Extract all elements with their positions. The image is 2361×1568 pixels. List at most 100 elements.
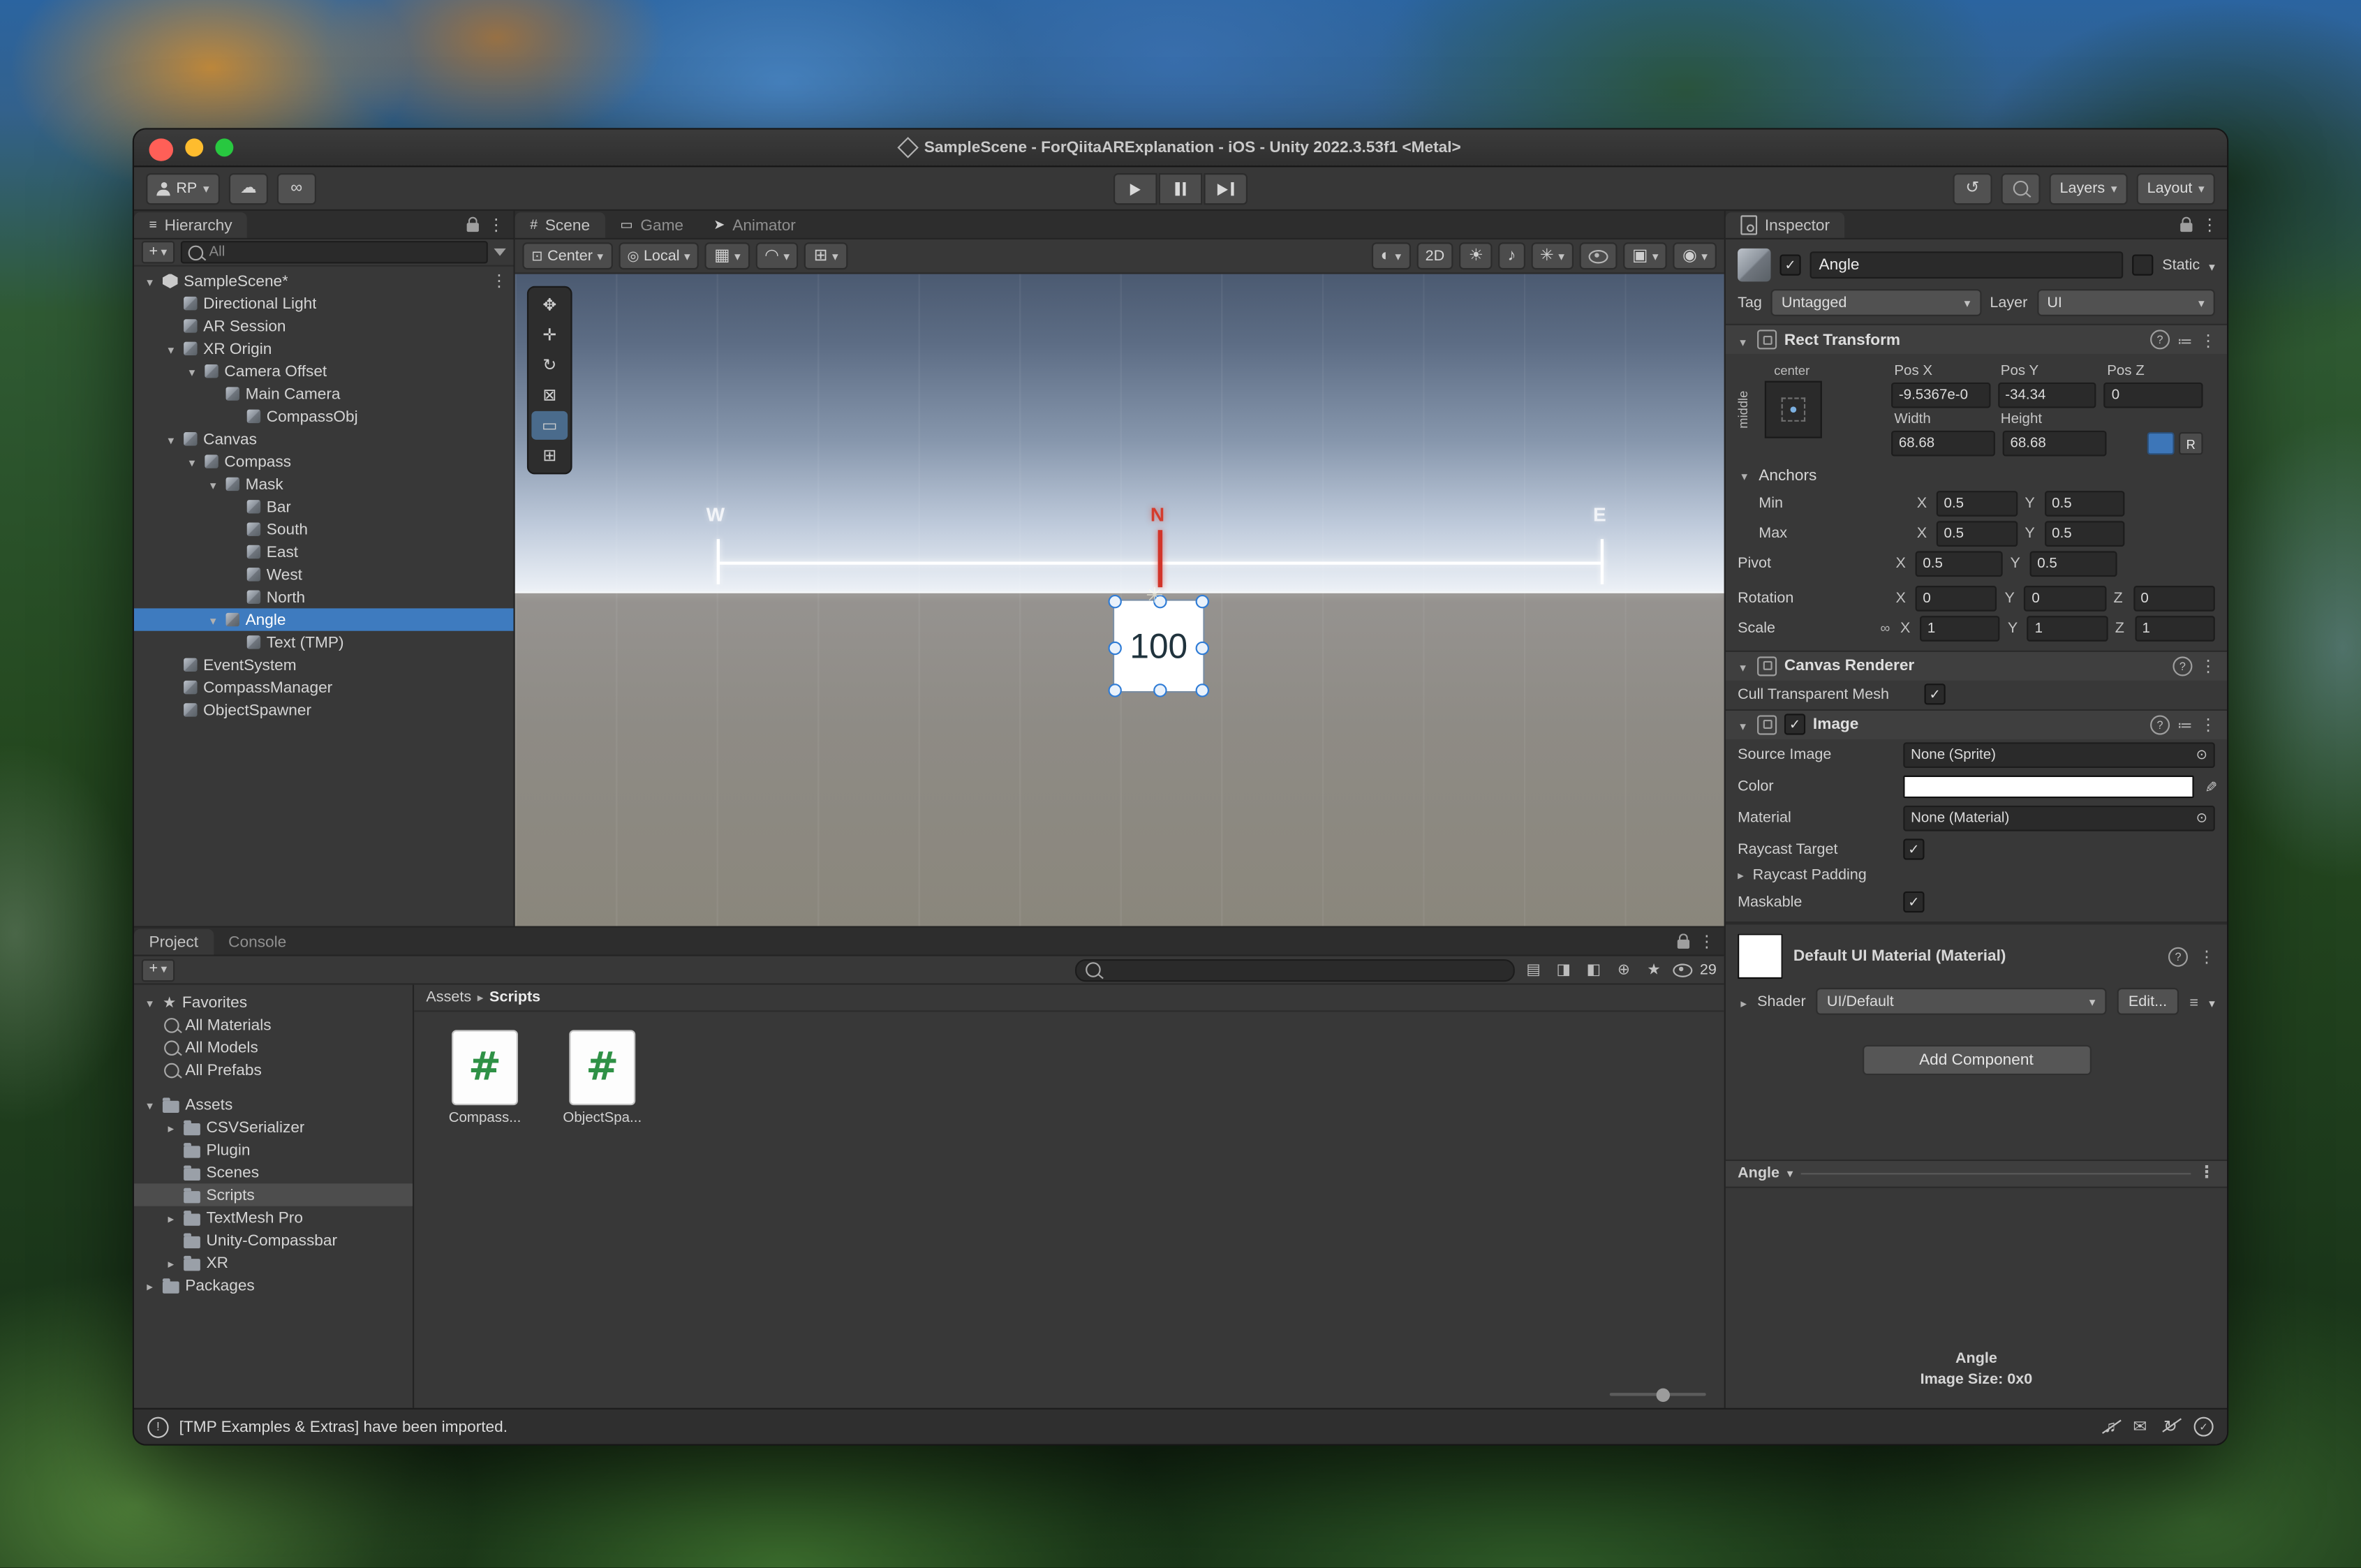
play-button[interactable] — [1113, 173, 1157, 205]
expander-icon[interactable] — [164, 1254, 177, 1272]
effects-dropdown[interactable]: ✳ — [1531, 242, 1574, 269]
active-checkbox[interactable] — [1779, 255, 1800, 276]
hierarchy-item-bar[interactable]: Bar — [134, 496, 514, 518]
object-picker-icon[interactable]: ⊙ — [2196, 747, 2207, 764]
thumbnail-zoom-knob[interactable] — [1657, 1389, 1670, 1402]
snap-settings-dropdown[interactable]: ◠ — [755, 242, 799, 269]
folder-xr[interactable]: XR — [134, 1251, 413, 1273]
status-ok-icon[interactable] — [2194, 1417, 2214, 1437]
chevron-down-icon[interactable] — [1787, 1165, 1793, 1182]
auto-refresh-off-icon[interactable]: ↻ — [2163, 1417, 2177, 1437]
kebab-menu-icon[interactable] — [2200, 711, 2216, 738]
hierarchy-item-mask[interactable]: Mask — [134, 473, 514, 495]
kebab-menu-icon[interactable] — [2198, 942, 2215, 970]
tool-handle-pivot-dropdown[interactable]: ⊡ Center — [522, 242, 612, 269]
selected-angle-image[interactable]: 100 — [1114, 601, 1203, 691]
folder-plugin[interactable]: Plugin — [134, 1139, 413, 1161]
account-dropdown[interactable]: RP — [146, 172, 220, 204]
component-enabled-checkbox[interactable] — [1784, 713, 1805, 734]
grid-visibility-dropdown[interactable]: ▦ — [705, 242, 749, 269]
hierarchy-item-eventsystem[interactable]: EventSystem — [134, 653, 514, 676]
tab-project[interactable]: Project — [134, 929, 214, 955]
project-search-input[interactable] — [1075, 959, 1515, 981]
scale-x-field[interactable]: 1 — [1920, 615, 2000, 641]
lock-icon[interactable] — [2180, 222, 2192, 231]
hierarchy-item-main-camera[interactable]: Main Camera — [134, 383, 514, 405]
raycast-target-checkbox[interactable] — [1903, 838, 1924, 859]
tag-dropdown[interactable]: Untagged — [1771, 289, 1981, 316]
pos-y-field[interactable]: -34.34 — [1997, 383, 2096, 408]
layers-dropdown[interactable]: Layers — [2049, 172, 2127, 204]
hidden-count-eye-icon[interactable] — [1673, 963, 1692, 976]
expander-icon[interactable] — [143, 993, 156, 1011]
folder-unity-compassbar[interactable]: Unity-Compassbar — [134, 1229, 413, 1251]
expander-icon[interactable] — [164, 339, 177, 357]
material-field[interactable]: None (Material)⊙ — [1903, 806, 2214, 831]
search-in-assets-icon[interactable]: ▤ — [1522, 961, 1544, 978]
hierarchy-item-canvas[interactable]: Canvas — [134, 428, 514, 450]
search-by-type-icon[interactable]: ◨ — [1552, 961, 1574, 978]
hierarchy-item-east[interactable]: East — [134, 540, 514, 563]
expander-icon[interactable] — [143, 1276, 156, 1294]
layer-dropdown[interactable]: UI — [2036, 289, 2215, 316]
name-field[interactable]: Angle — [1810, 251, 2124, 279]
alert-icon[interactable]: ⊕ — [1613, 961, 1635, 978]
rotate-tool-button[interactable]: ↻ — [531, 351, 568, 380]
hierarchy-item-compass[interactable]: Compass — [134, 450, 514, 473]
tab-hierarchy[interactable]: ≡ Hierarchy — [134, 212, 247, 238]
draw-mode-dropdown[interactable]: ◐ — [1372, 242, 1410, 269]
presets-icon[interactable] — [2177, 326, 2193, 353]
selection-handle[interactable] — [1196, 595, 1209, 608]
hierarchy-item-angle[interactable]: Angle — [134, 608, 514, 630]
raycast-padding-foldout-icon[interactable] — [1738, 867, 1744, 884]
scene-viewport[interactable]: ✥ ✛ ↻ ⊠ ▭ ⊞ W N — [515, 274, 1724, 926]
hierarchy-item-camera-offset[interactable]: Camera Offset — [134, 360, 514, 382]
kebab-menu-icon[interactable] — [488, 211, 505, 238]
cull-transparent-mesh-checkbox[interactable] — [1925, 683, 1946, 704]
selection-handle[interactable] — [1108, 683, 1121, 697]
move-tool-button[interactable]: ✛ — [531, 320, 568, 349]
expander-icon[interactable] — [206, 475, 219, 494]
create-asset-button[interactable]: + — [142, 959, 175, 981]
shader-dropdown[interactable]: UI/Default — [1816, 988, 2106, 1015]
pos-z-field[interactable]: 0 — [2104, 383, 2203, 408]
anchor-min-x-field[interactable]: 0.5 — [1937, 490, 2018, 516]
kebab-menu-icon[interactable] — [2200, 326, 2216, 353]
preview-header-label[interactable]: Angle — [1738, 1165, 1779, 1182]
kebab-menu-icon[interactable] — [2198, 1165, 2215, 1182]
cloud-button[interactable]: ☁ — [229, 172, 268, 204]
expander-icon[interactable] — [143, 1095, 156, 1114]
anchor-preset-widget[interactable] — [1765, 381, 1822, 438]
favorite-all-prefabs[interactable]: All Prefabs — [134, 1058, 413, 1081]
search-button[interactable] — [2001, 172, 2040, 204]
expander-icon[interactable] — [164, 1118, 177, 1136]
component-foldout-icon[interactable] — [1736, 326, 1749, 353]
hierarchy-item-compassobj[interactable]: CompassObj — [134, 405, 514, 427]
material-preview-swatch[interactable] — [1738, 933, 1783, 979]
anchors-foldout-icon[interactable] — [1738, 467, 1751, 485]
favorite-all-models[interactable]: All Models — [134, 1036, 413, 1058]
object-picker-icon[interactable]: ⊙ — [2196, 810, 2207, 827]
selection-handle[interactable] — [1196, 642, 1209, 655]
view-tool-button[interactable]: ✥ — [531, 290, 568, 319]
pos-x-field[interactable]: -9.5367e-0 — [1891, 383, 1990, 408]
kebab-menu-icon[interactable] — [491, 272, 508, 290]
link-scale-icon[interactable]: ∞ — [1878, 621, 1893, 636]
scale-z-field[interactable]: 1 — [2135, 615, 2215, 641]
mail-icon[interactable]: ✉ — [2133, 1417, 2147, 1437]
tab-console[interactable]: Console — [214, 929, 302, 955]
hierarchy-search-input[interactable]: All — [181, 241, 488, 263]
static-checkbox[interactable] — [2132, 255, 2153, 276]
expander-icon[interactable] — [164, 1208, 177, 1227]
hierarchy-item-compassmanager[interactable]: CompassManager — [134, 676, 514, 698]
favorites-root[interactable]: Favorites — [134, 991, 413, 1013]
anchor-max-x-field[interactable]: 0.5 — [1937, 520, 2018, 546]
zoom-button[interactable] — [215, 138, 233, 156]
scale-tool-button[interactable]: ⊠ — [531, 381, 568, 410]
selection-handle[interactable] — [1196, 683, 1209, 697]
pivot-y-field[interactable]: 0.5 — [2030, 550, 2117, 576]
breadcrumb-scripts[interactable]: Scripts — [489, 989, 540, 1006]
expander-icon[interactable] — [164, 430, 177, 448]
close-button[interactable] — [149, 138, 174, 161]
component-foldout-icon[interactable] — [1736, 652, 1749, 679]
